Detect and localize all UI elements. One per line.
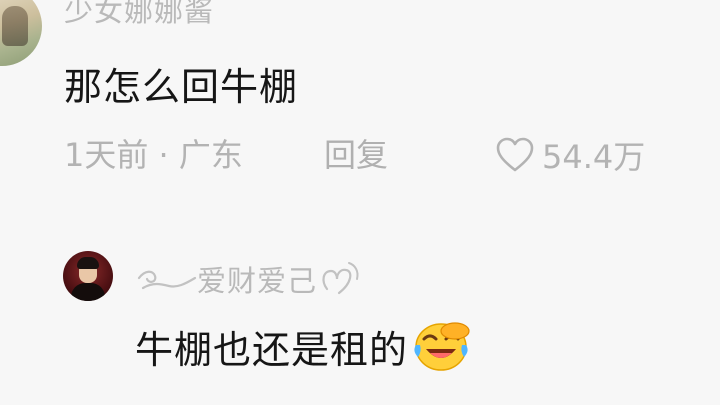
like-button[interactable]: 54.4万 [496,132,645,178]
reply-text-content: 牛棚也还是租的 [135,328,409,372]
avatar-image [71,283,105,301]
swirl-decoration-icon [137,270,197,290]
avatar-image [2,6,28,46]
avatar[interactable] [63,251,113,301]
like-count: 54.4万 [542,138,646,176]
reply-username[interactable]: 爱财爱己 [135,258,363,300]
heart-outline-icon [496,137,534,172]
comment-username[interactable]: 少女娜娜酱 [64,0,214,30]
reply-button[interactable]: 回复 [324,130,388,176]
comment-text: 那怎么回牛棚 [64,65,299,109]
heart-doodle-icon [322,262,359,295]
avatar[interactable] [0,0,42,66]
reply-username-text: 爱财爱己 [197,264,318,298]
comment-time-location: 1天前 · 广东 [64,136,243,174]
laughing-crying-emoji-icon [414,321,470,371]
avatar-hair [77,257,99,269]
comment-meta: 1天前 · 广东 回复 [64,130,388,176]
reply-text: 牛棚也还是租的 [135,319,470,374]
